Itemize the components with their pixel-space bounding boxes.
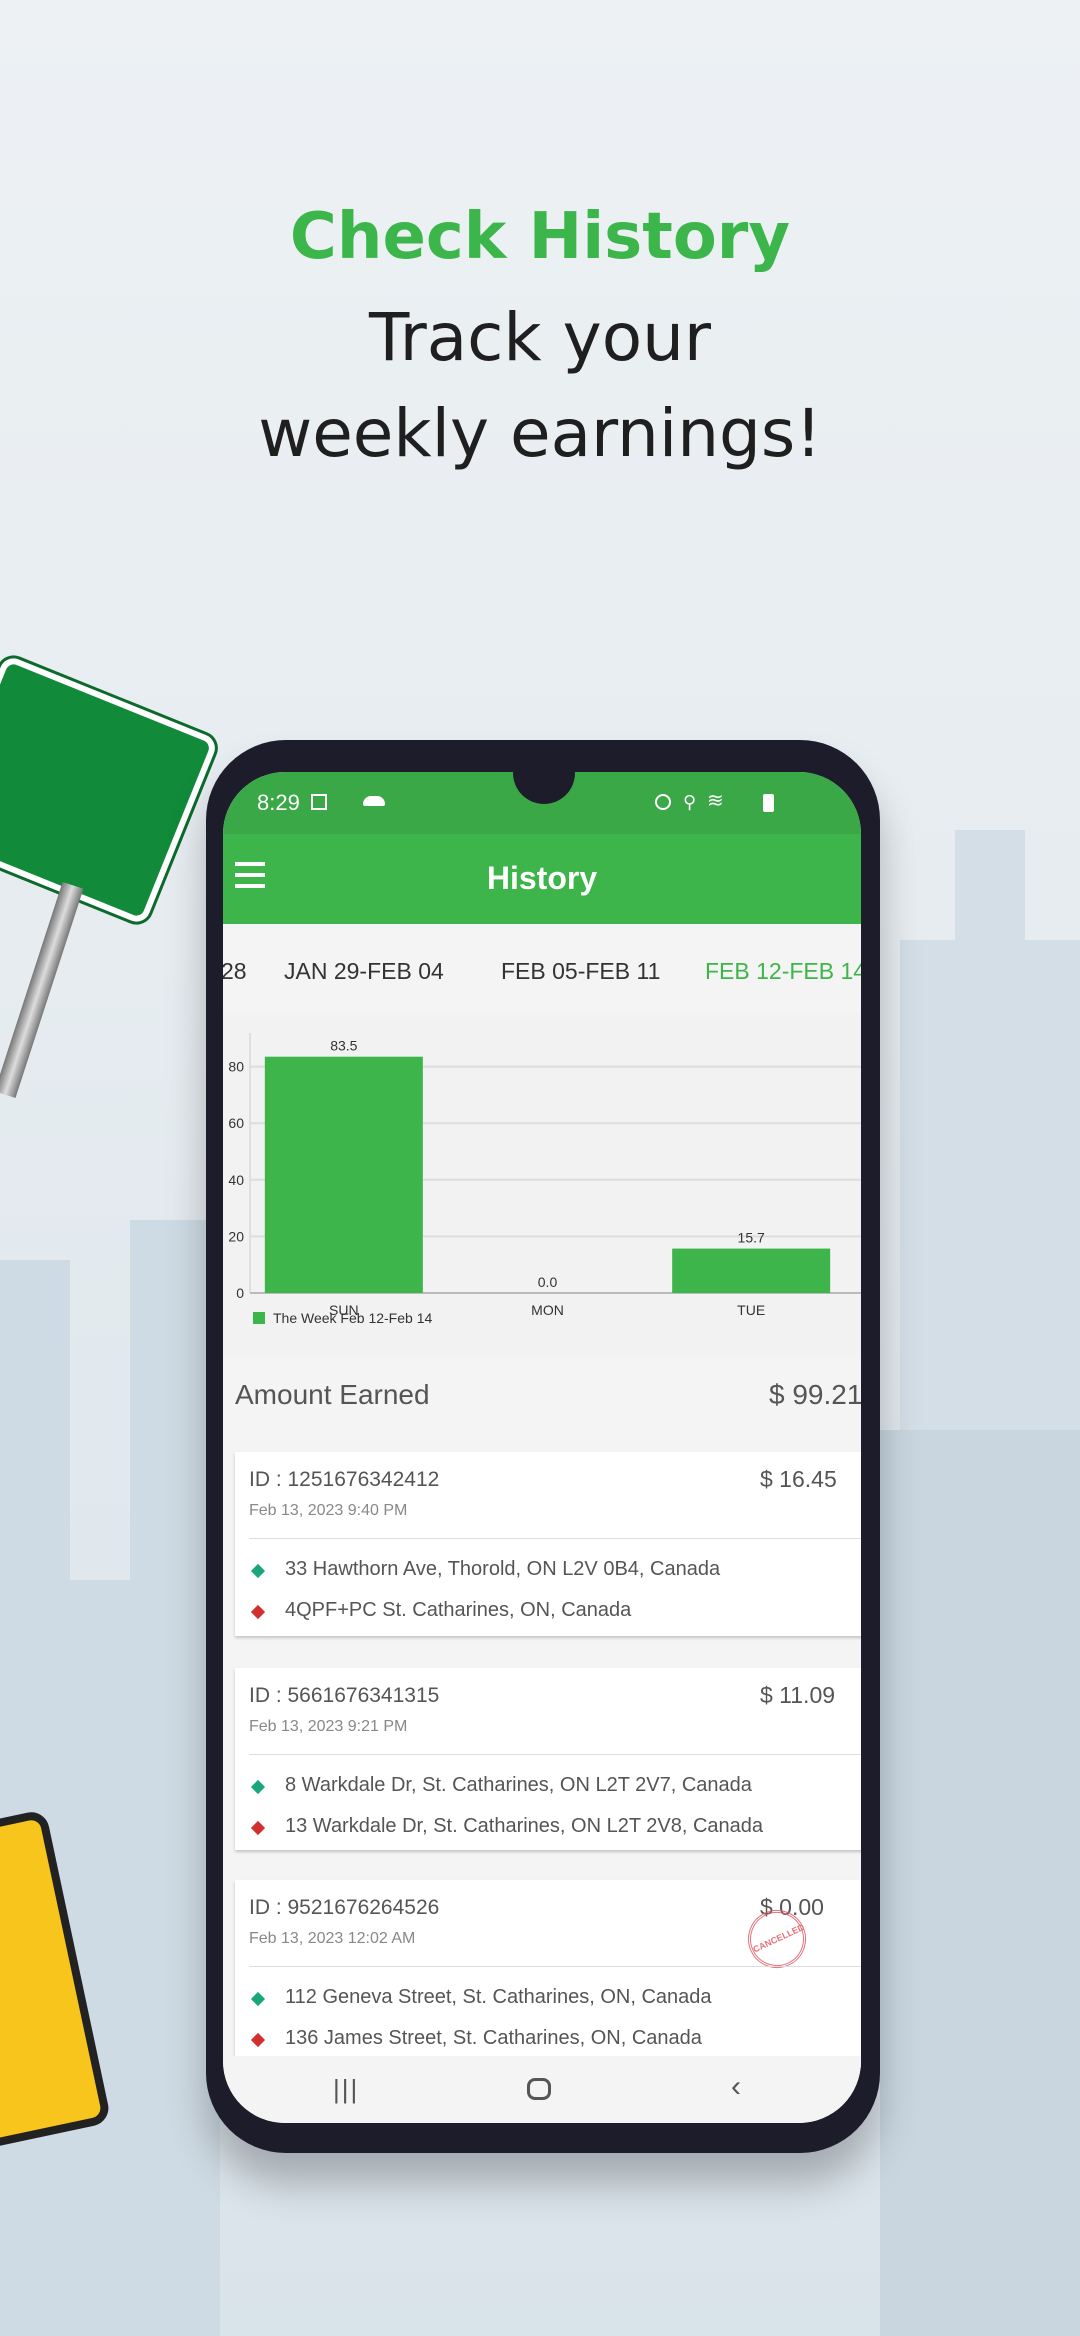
- amount-earned-value: $ 99.21: [769, 1379, 861, 1410]
- x-tick-label: TUE: [737, 1302, 765, 1318]
- dropoff-icon: [250, 1604, 266, 1620]
- page-title: History: [486, 860, 598, 896]
- trip-price: $ 11.09: [760, 1682, 836, 1708]
- tab-week[interactable]: 28: [223, 958, 247, 985]
- cloud-icon: [363, 796, 385, 806]
- dropoff-icon: [250, 2032, 266, 2048]
- pickup-icon: [250, 1563, 266, 1579]
- y-tick-label: 60: [228, 1115, 244, 1131]
- subtitle-line: weekly earnings!: [258, 395, 822, 472]
- tab-week[interactable]: FEB 05-FEB 11: [501, 958, 660, 985]
- back-button[interactable]: ‹: [731, 2070, 741, 2104]
- stamp-text: CANCELLED: [751, 1922, 806, 1955]
- dropoff-icon: [250, 1820, 266, 1836]
- trip-price: $ 16.45: [760, 1466, 837, 1492]
- bar-tue: [672, 1248, 831, 1293]
- divider: [249, 1754, 861, 1755]
- data-label: 0.0: [538, 1274, 558, 1290]
- headline-subtitle: Track your weekly earnings!: [0, 290, 1080, 482]
- x-tick-label: MON: [531, 1302, 564, 1318]
- amount-earned-row: Amount Earned $ 99.21: [223, 1359, 861, 1438]
- subtitle-line: Track your: [368, 299, 712, 376]
- system-nav-bar: ||| ‹: [223, 2056, 861, 2123]
- sign-pole: [0, 881, 84, 1099]
- y-tick-label: 40: [228, 1172, 244, 1188]
- recents-button[interactable]: |||: [333, 2074, 359, 2105]
- battery-icon: [763, 794, 774, 812]
- pickup-address: 8 Warkdale Dr, St. Catharines, ON L2T 2V…: [285, 1774, 752, 1796]
- tab-week-selected[interactable]: FEB 12-FEB 14: [705, 958, 861, 985]
- trip-card[interactable]: ID : 1251676342412 Feb 13, 2023 9:40 PM …: [235, 1452, 861, 1636]
- y-tick-label: 80: [228, 1059, 244, 1075]
- home-button[interactable]: [527, 2078, 551, 2100]
- legend-label: The Week Feb 12-Feb 14: [273, 1310, 432, 1326]
- bar-chart: 02040608083.5SUN0.0MON15.7TUEThe Week Fe…: [228, 1033, 861, 1326]
- data-label: 15.7: [738, 1230, 765, 1246]
- skyline-building: [955, 830, 1025, 1030]
- green-road-sign: [0, 650, 223, 930]
- pickup-address: 112 Geneva Street, St. Catharines, ON, C…: [285, 1986, 712, 2008]
- earnings-chart: 0 20 40 60 80 83.5 SUN 0.0 MON 15.7 TUE The Week Fe…: [223, 1013, 861, 1359]
- trip-card[interactable]: ID : 9521676264526 Feb 13, 2023 12:02 AM…: [235, 1880, 861, 2070]
- app-bar: History: [223, 834, 861, 924]
- alarm-icon: [655, 794, 671, 810]
- status-time: 8:29: [257, 790, 300, 815]
- gallery-icon: [311, 794, 327, 810]
- bar-sun: [264, 1056, 423, 1293]
- y-tick-label: 20: [228, 1228, 244, 1244]
- trip-date: Feb 13, 2023 12:02 AM: [249, 1930, 416, 1947]
- headline-title: Check History: [289, 200, 791, 274]
- phone-screen: 8:29 ⚲ ≋ History 28 JAN 29-FEB 04 FEB 05…: [223, 772, 861, 2123]
- divider: [249, 1966, 861, 1967]
- trip-id: ID : 9521676264526: [249, 1896, 440, 1919]
- pickup-icon: [250, 1991, 266, 2007]
- dropoff-address: 13 Warkdale Dr, St. Catharines, ON L2T 2…: [285, 1815, 764, 1837]
- skyline-building: [880, 1430, 1080, 2336]
- wifi-icon: ≋: [707, 790, 724, 812]
- divider: [249, 1538, 861, 1539]
- trip-date: Feb 13, 2023 9:21 PM: [249, 1718, 408, 1735]
- week-tabs: 28 JAN 29-FEB 04 FEB 05-FEB 11 FEB 12-FE…: [223, 924, 861, 1013]
- amount-earned-label: Amount Earned: [235, 1379, 430, 1410]
- dropoff-address: 4QPF+PC St. Catharines, ON, Canada: [285, 1599, 632, 1621]
- trip-card[interactable]: ID : 5661676341315 Feb 13, 2023 9:21 PM …: [235, 1668, 861, 1850]
- location-icon: ⚲: [683, 792, 697, 812]
- trip-date: Feb 13, 2023 9:40 PM: [249, 1502, 408, 1519]
- trip-id: ID : 5661676341315: [249, 1684, 440, 1707]
- dropoff-address: 136 James Street, St. Catharines, ON, Ca…: [285, 2027, 702, 2049]
- pickup-icon: [250, 1779, 266, 1795]
- pickup-address: 33 Hawthorn Ave, Thorold, ON L2V 0B4, Ca…: [285, 1558, 721, 1580]
- trip-id: ID : 1251676342412: [249, 1468, 440, 1491]
- data-label: 83.5: [330, 1038, 357, 1054]
- tab-week[interactable]: JAN 29-FEB 04: [284, 958, 444, 985]
- y-tick-label: 0: [236, 1285, 244, 1301]
- legend-swatch: [253, 1312, 265, 1324]
